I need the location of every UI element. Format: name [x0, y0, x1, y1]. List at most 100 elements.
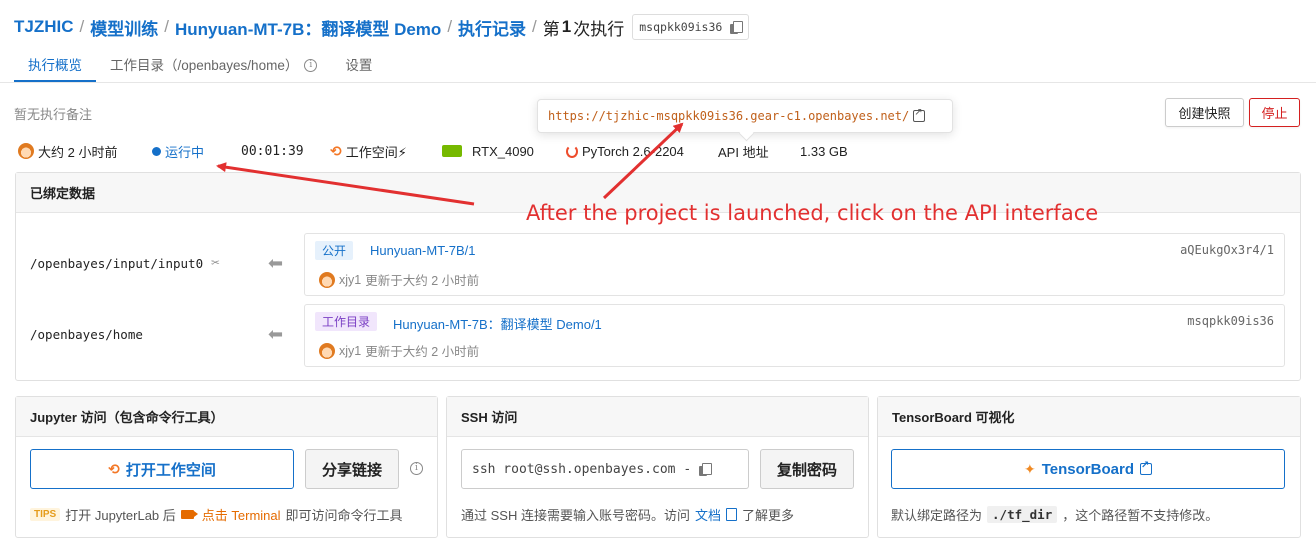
pytorch-icon	[566, 144, 578, 158]
mount-path: /openbayes/home	[30, 327, 143, 342]
tab-label: 工作目录（/openbayes/home）	[110, 58, 299, 73]
tips-text: 打开 JupyterLab 后	[65, 508, 176, 523]
tab-bar: 执行概览 工作目录（/openbayes/home） i 设置	[14, 54, 1304, 84]
tensorflow-icon: ✦	[1024, 460, 1036, 477]
breadcrumb: TJZHIC / 模型训练 / Hunyuan-MT-7B：翻译模型 Demo …	[14, 12, 750, 42]
mount-path-row: /openbayes/home	[30, 327, 143, 342]
jupyter-card: Jupyter 访问（包含命令行工具） ⟲ 打开工作空间 分享链接 i TIPS…	[15, 396, 438, 538]
public-badge: 公开	[315, 241, 354, 260]
avatar	[319, 342, 335, 359]
exec-id: msqpkk09is36	[639, 20, 723, 34]
open-workspace-label: 打开工作空间	[125, 461, 216, 479]
breadcrumb-separator: /	[447, 17, 453, 36]
api-url-link[interactable]: https://tjzhic-msqpkk09is36.gear-c1.open…	[548, 109, 909, 123]
annotation-text: After the project is launched, click on …	[526, 201, 1099, 225]
dataset-id: aQEukgOx3r4/1	[1180, 243, 1274, 257]
dataset-card[interactable]: 公开 Hunyuan-MT-7B/1 aQEukgOx3r4/1 xjy1 更新于…	[304, 233, 1285, 296]
info-icon[interactable]: i	[410, 462, 423, 475]
workdir-user[interactable]: xjy1	[339, 344, 361, 358]
status-age: 大约 2 小时前	[18, 140, 117, 162]
document-icon[interactable]	[725, 508, 737, 521]
copy-password-button[interactable]: 复制密码	[760, 449, 854, 489]
dataset-updated: 更新于大约 2 小时前	[365, 274, 480, 288]
dataset-meta: xjy1 更新于大约 2 小时前	[319, 270, 479, 289]
ssh-title: SSH 访问	[447, 397, 868, 437]
create-snapshot-button[interactable]: 创建快照	[1165, 98, 1244, 127]
breadcrumb-separator: /	[532, 17, 537, 36]
status-gpu: RTX_4090	[442, 140, 534, 162]
status-state: 运行中	[152, 140, 204, 162]
breadcrumb-current-suffix: 次执行	[573, 19, 625, 39]
breadcrumb-separator: /	[79, 17, 85, 36]
jupyter-icon: ⟲	[108, 460, 120, 477]
breadcrumb-records[interactable]: 执行记录	[458, 15, 526, 40]
tips-terminal: 点击 Terminal	[201, 508, 281, 523]
ssh-card: SSH 访问 ssh root@ssh.openbayes.com - 复制密码…	[446, 396, 869, 538]
workspace-link[interactable]: ⟲ 工作空间⚡	[330, 140, 407, 162]
running-dot-icon	[152, 146, 161, 156]
tensorboard-button[interactable]: ✦ TensorBoard	[891, 449, 1285, 489]
workdir-badge: 工作目录	[315, 312, 378, 331]
breadcrumb-current-number: 1	[561, 17, 572, 36]
external-link-icon[interactable]	[913, 107, 926, 122]
ssh-command-field[interactable]: ssh root@ssh.openbayes.com -	[461, 449, 749, 489]
dataset-user[interactable]: xjy1	[339, 273, 361, 287]
arrow-left-icon: ⬅	[268, 253, 284, 273]
nvidia-icon	[442, 145, 462, 157]
jupyter-tips: TIPS 打开 JupyterLab 后 点击 Terminal 即可访问命令行…	[30, 505, 403, 524]
api-url-popover: https://tjzhic-msqpkk09is36.gear-c1.open…	[537, 99, 953, 133]
exec-id-chip: msqpkk09is36	[632, 14, 750, 40]
copy-icon[interactable]	[699, 462, 713, 476]
tab-overview[interactable]: 执行概览	[14, 54, 96, 82]
tensorboard-desc-text: ，这个路径暂不支持修改。	[1062, 508, 1219, 523]
tensorboard-label: TensorBoard	[1041, 460, 1134, 478]
tab-divider	[0, 82, 1316, 83]
breadcrumb-project[interactable]: Hunyuan-MT-7B：翻译模型 Demo	[175, 15, 441, 40]
dataset-link[interactable]: Hunyuan-MT-7B/1	[370, 243, 476, 258]
tf-dir-code: ./tf_dir	[987, 506, 1058, 523]
status-framework: PyTorch 2.6-2204	[566, 140, 684, 162]
workdir-id: msqpkk09is36	[1187, 314, 1274, 328]
workspace-text: 工作空间⚡	[345, 144, 407, 160]
gpu-text: RTX_4090	[472, 143, 534, 159]
workdir-card[interactable]: 工作目录 Hunyuan-MT-7B：翻译模型 Demo/1 msqpkk09i…	[304, 304, 1285, 367]
breadcrumb-org[interactable]: TJZHIC	[14, 17, 74, 37]
mount-path-row: /openbayes/input/input0 ✂	[30, 255, 220, 271]
ssh-desc-text: 了解更多	[741, 508, 794, 523]
docs-link[interactable]: 文档	[695, 505, 721, 524]
terminal-icon	[180, 510, 198, 519]
status-size: 1.33 GB	[800, 143, 848, 159]
mount-path: /openbayes/input/input0	[30, 255, 204, 271]
workdir-updated: 更新于大约 2 小时前	[365, 345, 480, 359]
breadcrumb-section[interactable]: 模型训练	[90, 15, 158, 40]
arrow-left-icon: ⬅	[268, 324, 284, 344]
tab-workdir[interactable]: 工作目录（/openbayes/home） i	[96, 54, 331, 82]
framework-text: PyTorch 2.6-2204	[582, 143, 684, 159]
workdir-link[interactable]: Hunyuan-MT-7B：翻译模型 Demo/1	[393, 314, 602, 333]
status-duration: 00:01:39	[241, 143, 304, 159]
unlink-icon[interactable]: ✂	[211, 255, 219, 271]
info-icon[interactable]: i	[304, 59, 318, 72]
jupyter-title: Jupyter 访问（包含命令行工具）	[16, 397, 437, 437]
status-state-text: 运行中	[165, 144, 205, 160]
tab-settings[interactable]: 设置	[331, 54, 386, 82]
external-link-icon	[1139, 460, 1152, 475]
share-link-button[interactable]: 分享链接	[305, 449, 399, 489]
tips-badge: TIPS	[30, 508, 61, 521]
exec-note[interactable]: 暂无执行备注	[14, 104, 92, 123]
status-age-text: 大约 2 小时前	[38, 144, 118, 160]
avatar	[319, 271, 335, 288]
breadcrumb-current-prefix: 第	[542, 19, 560, 39]
api-address-link[interactable]: API 地址	[718, 140, 769, 162]
ssh-desc: 通过 SSH 连接需要输入账号密码。访问 文档 了解更多	[461, 505, 794, 524]
ssh-desc-text: 通过 SSH 连接需要输入账号密码。访问	[461, 508, 690, 523]
copy-icon[interactable]	[730, 20, 744, 34]
breadcrumb-separator: /	[164, 17, 169, 36]
jupyter-icon: ⟲	[330, 142, 342, 159]
open-workspace-button[interactable]: ⟲ 打开工作空间	[30, 449, 294, 489]
tensorboard-desc-text: 默认绑定路径为	[891, 508, 983, 523]
tab-label: 设置	[345, 58, 373, 73]
stop-button[interactable]: 停止	[1249, 98, 1300, 127]
tensorboard-desc: 默认绑定路径为 ./tf_dir ，这个路径暂不支持修改。	[891, 505, 1218, 524]
tensorboard-card: TensorBoard 可视化 ✦ TensorBoard 默认绑定路径为 ./…	[877, 396, 1301, 538]
